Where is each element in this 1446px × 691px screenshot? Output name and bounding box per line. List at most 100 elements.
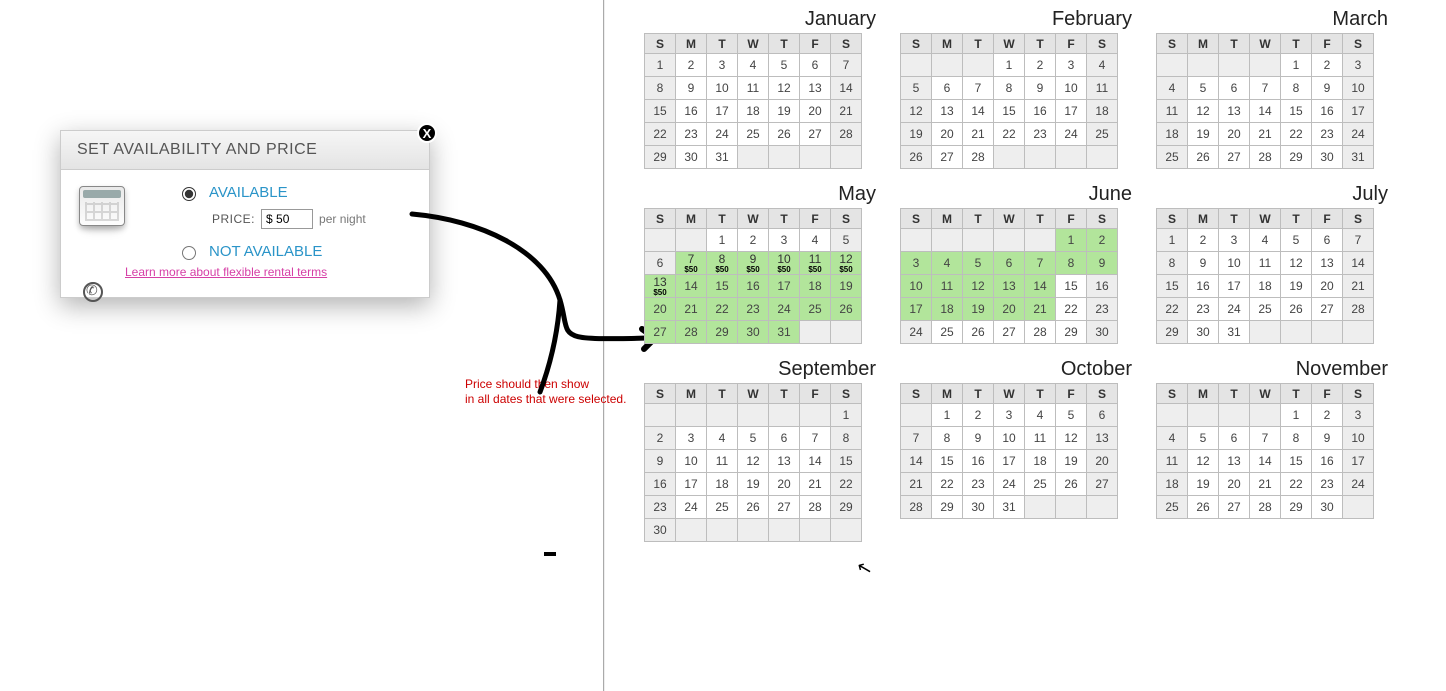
- calendar-day-cell[interactable]: 16: [1312, 100, 1343, 123]
- calendar-day-cell[interactable]: 9: [963, 427, 994, 450]
- calendar-day-cell[interactable]: 2: [1087, 229, 1118, 252]
- calendar-day-cell[interactable]: 20: [1087, 450, 1118, 473]
- calendar-day-cell[interactable]: 20: [994, 298, 1025, 321]
- calendar-day-cell[interactable]: 21: [1025, 298, 1056, 321]
- calendar-day-cell[interactable]: 4: [1157, 77, 1188, 100]
- calendar-day-cell[interactable]: 2: [676, 54, 707, 77]
- calendar-day-cell[interactable]: 17: [994, 450, 1025, 473]
- calendar-day-cell[interactable]: 20: [932, 123, 963, 146]
- calendar-day-cell[interactable]: 1: [831, 404, 862, 427]
- calendar-day-cell[interactable]: 25: [1157, 496, 1188, 519]
- calendar-day-cell[interactable]: 31: [707, 146, 738, 169]
- calendar-day-cell[interactable]: 7: [1343, 229, 1374, 252]
- calendar-day-cell[interactable]: 26: [769, 123, 800, 146]
- calendar-day-cell[interactable]: 14: [831, 77, 862, 100]
- calendar-day-cell[interactable]: 18: [1087, 100, 1118, 123]
- calendar-day-cell[interactable]: 6: [800, 54, 831, 77]
- calendar-day-cell[interactable]: 4: [1087, 54, 1118, 77]
- calendar-day-cell[interactable]: 5: [1281, 229, 1312, 252]
- calendar-day-cell[interactable]: 6: [1219, 77, 1250, 100]
- learn-more-link[interactable]: Learn more about flexible rental terms: [125, 265, 327, 279]
- calendar-day-cell[interactable]: 7: [1250, 77, 1281, 100]
- calendar-day-cell[interactable]: 27: [800, 123, 831, 146]
- calendar-day-cell[interactable]: 9: [1312, 77, 1343, 100]
- calendar-day-cell[interactable]: 9$50: [738, 252, 769, 275]
- calendar-day-cell[interactable]: 21: [1343, 275, 1374, 298]
- calendar-day-cell[interactable]: 27: [1312, 298, 1343, 321]
- calendar-day-cell[interactable]: 26: [963, 321, 994, 344]
- calendar-day-cell[interactable]: 13: [994, 275, 1025, 298]
- calendar-day-cell[interactable]: 19: [831, 275, 862, 298]
- calendar-day-cell[interactable]: 12: [901, 100, 932, 123]
- calendar-day-cell[interactable]: 1: [1056, 229, 1087, 252]
- calendar-day-cell[interactable]: 28: [1025, 321, 1056, 344]
- calendar-day-cell[interactable]: 18: [1250, 275, 1281, 298]
- calendar-day-cell[interactable]: 19: [963, 298, 994, 321]
- calendar-day-cell[interactable]: 24: [1343, 473, 1374, 496]
- price-input[interactable]: [261, 209, 313, 229]
- calendar-day-cell[interactable]: 2: [1312, 404, 1343, 427]
- calendar-day-cell[interactable]: 16: [676, 100, 707, 123]
- calendar-day-cell[interactable]: 13: [1087, 427, 1118, 450]
- calendar-day-cell[interactable]: 9: [1312, 427, 1343, 450]
- calendar-day-cell[interactable]: 6: [1087, 404, 1118, 427]
- calendar-day-cell[interactable]: 30: [1087, 321, 1118, 344]
- calendar-day-cell[interactable]: 23: [1312, 473, 1343, 496]
- calendar-day-cell[interactable]: 19: [1281, 275, 1312, 298]
- calendar-day-cell[interactable]: 12: [1188, 450, 1219, 473]
- calendar-day-cell[interactable]: 7: [1025, 252, 1056, 275]
- calendar-day-cell[interactable]: 23: [1188, 298, 1219, 321]
- calendar-day-cell[interactable]: 3: [1343, 404, 1374, 427]
- calendar-day-cell[interactable]: 5: [738, 427, 769, 450]
- close-icon[interactable]: X: [417, 123, 437, 143]
- calendar-day-cell[interactable]: 1: [1281, 404, 1312, 427]
- calendar-day-cell[interactable]: 2: [1025, 54, 1056, 77]
- calendar-day-cell[interactable]: 21: [901, 473, 932, 496]
- calendar-day-cell[interactable]: 14: [1250, 450, 1281, 473]
- calendar-day-cell[interactable]: 26: [1056, 473, 1087, 496]
- calendar-day-cell[interactable]: 29: [707, 321, 738, 344]
- calendar-day-cell[interactable]: 12$50: [831, 252, 862, 275]
- calendar-day-cell[interactable]: 15: [1281, 100, 1312, 123]
- calendar-day-cell[interactable]: 8$50: [707, 252, 738, 275]
- calendar-day-cell[interactable]: 3: [1219, 229, 1250, 252]
- calendar-day-cell[interactable]: 8: [994, 77, 1025, 100]
- calendar-day-cell[interactable]: 15: [1281, 450, 1312, 473]
- calendar-day-cell[interactable]: 18: [1025, 450, 1056, 473]
- calendar-day-cell[interactable]: 26: [831, 298, 862, 321]
- calendar-day-cell[interactable]: 12: [963, 275, 994, 298]
- calendar-day-cell[interactable]: 8: [831, 427, 862, 450]
- calendar-day-cell[interactable]: 24: [994, 473, 1025, 496]
- calendar-day-cell[interactable]: 27: [932, 146, 963, 169]
- calendar-day-cell[interactable]: 13: [769, 450, 800, 473]
- calendar-day-cell[interactable]: 11: [1157, 100, 1188, 123]
- calendar-day-cell[interactable]: 11: [1157, 450, 1188, 473]
- calendar-day-cell[interactable]: 18: [932, 298, 963, 321]
- calendar-day-cell[interactable]: 24: [1056, 123, 1087, 146]
- calendar-day-cell[interactable]: 14: [901, 450, 932, 473]
- calendar-day-cell[interactable]: 29: [1281, 146, 1312, 169]
- calendar-day-cell[interactable]: 1: [932, 404, 963, 427]
- calendar-day-cell[interactable]: 26: [1188, 146, 1219, 169]
- calendar-day-cell[interactable]: 3: [707, 54, 738, 77]
- calendar-day-cell[interactable]: 3: [1343, 54, 1374, 77]
- calendar-day-cell[interactable]: 29: [932, 496, 963, 519]
- calendar-day-cell[interactable]: 16: [963, 450, 994, 473]
- calendar-day-cell[interactable]: 28: [1250, 496, 1281, 519]
- calendar-day-cell[interactable]: 10: [901, 275, 932, 298]
- calendar-day-cell[interactable]: 15: [707, 275, 738, 298]
- calendar-day-cell[interactable]: 13: [932, 100, 963, 123]
- calendar-day-cell[interactable]: 7: [1250, 427, 1281, 450]
- calendar-day-cell[interactable]: 28: [901, 496, 932, 519]
- calendar-day-cell[interactable]: 31: [1343, 146, 1374, 169]
- calendar-day-cell[interactable]: 22: [932, 473, 963, 496]
- calendar-day-cell[interactable]: 17: [769, 275, 800, 298]
- calendar-day-cell[interactable]: 22: [1056, 298, 1087, 321]
- calendar-day-cell[interactable]: 15: [831, 450, 862, 473]
- calendar-day-cell[interactable]: 23: [645, 496, 676, 519]
- calendar-day-cell[interactable]: 12: [769, 77, 800, 100]
- calendar-day-cell[interactable]: 8: [1281, 77, 1312, 100]
- calendar-day-cell[interactable]: 19: [738, 473, 769, 496]
- calendar-day-cell[interactable]: 27: [645, 321, 676, 344]
- calendar-day-cell[interactable]: 16: [1087, 275, 1118, 298]
